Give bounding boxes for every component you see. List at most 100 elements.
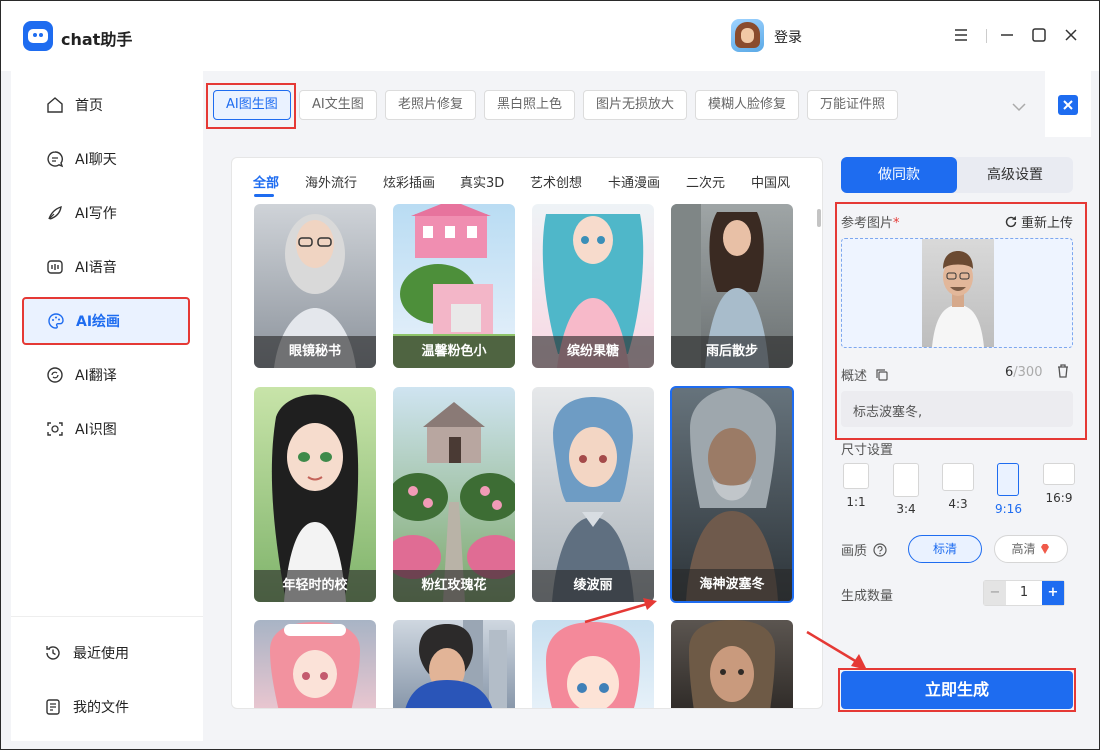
minimize-icon[interactable] <box>997 25 1017 45</box>
scan-icon <box>45 419 65 439</box>
quality-label: 画质 <box>841 540 887 559</box>
sidebar-item-label: AI聊天 <box>75 152 117 168</box>
tab-face-restore[interactable]: 模糊人脸修复 <box>695 90 800 120</box>
size-option-9-16[interactable]: 9:16 <box>995 463 1022 516</box>
ref-image-dropzone[interactable] <box>841 238 1073 348</box>
sidebar-item-ai-chat[interactable]: AI聊天 <box>23 136 189 182</box>
template-card[interactable]: 缤纷果糖 <box>532 204 654 368</box>
sidebar-item-ai-recognize[interactable]: AI识图 <box>23 406 189 452</box>
sidebar-item-ai-painting[interactable]: AI绘画 <box>22 297 190 345</box>
sidebar: 首页 AI聊天 AI写作 AI语音 AI绘画 AI翻译 AI识图 最近使用 我的… <box>11 71 203 741</box>
count-stepper: − 1 + <box>983 580 1065 606</box>
category-tab-all[interactable]: 全部 <box>253 172 279 191</box>
tab-lossless-upscale[interactable]: 图片无损放大 <box>583 90 688 120</box>
panel-close-area <box>1045 71 1091 137</box>
category-tab-3d[interactable]: 真实3D <box>460 172 504 191</box>
tab-ai-img2img[interactable]: AI图生图 <box>213 90 291 120</box>
template-card[interactable] <box>532 620 654 708</box>
home-icon <box>45 95 65 115</box>
count-plus-button[interactable]: + <box>1042 581 1064 605</box>
size-option-1-1[interactable]: 1:1 <box>843 463 869 509</box>
quality-hd-button[interactable]: 高清 <box>994 535 1068 563</box>
ref-image-label: 参考图片* <box>841 216 900 231</box>
translate-icon <box>45 365 65 385</box>
ref-image-thumbnail <box>922 239 994 347</box>
robot-logo-icon <box>23 21 53 51</box>
close-panel-icon[interactable] <box>1058 95 1078 115</box>
file-icon <box>43 697 63 717</box>
category-tab-overseas[interactable]: 海外流行 <box>305 172 357 191</box>
refresh-icon <box>1005 215 1017 227</box>
chat-icon <box>45 149 65 169</box>
sidebar-item-ai-voice[interactable]: AI语音 <box>23 244 189 290</box>
category-tab-chinese[interactable]: 中国风 <box>751 172 790 191</box>
generate-button[interactable]: 立即生成 <box>841 671 1073 709</box>
category-tab-illustration[interactable]: 炫彩插画 <box>383 172 435 191</box>
template-card[interactable]: 绫波丽 <box>532 387 654 602</box>
tab-bw-colorize[interactable]: 黑白照上色 <box>484 90 576 120</box>
card-caption: 雨后散步 <box>671 336 793 368</box>
sidebar-item-ai-translate[interactable]: AI翻译 <box>23 352 189 398</box>
mode-segment: 做同款 高级设置 <box>841 157 1073 193</box>
maximize-icon[interactable] <box>1029 25 1049 45</box>
category-tab-anime[interactable]: 二次元 <box>686 172 725 191</box>
template-card[interactable]: 粉红玫瑰花 <box>393 387 515 602</box>
card-caption: 眼镜秘书 <box>254 336 376 368</box>
reupload-button[interactable]: 重新上传 <box>1004 212 1073 231</box>
template-card[interactable]: 年轻时的校 <box>254 387 376 602</box>
sidebar-item-ai-writing[interactable]: AI写作 <box>23 190 189 236</box>
title-bar: chat助手 登录 <box>1 1 1099 71</box>
card-caption: 温馨粉色小 <box>393 336 515 368</box>
template-gallery: 全部 海外流行 炫彩插画 真实3D 艺术创想 卡通漫画 二次元 中国风 眼镜秘书… <box>231 157 823 709</box>
quality-standard-button[interactable]: 标清 <box>908 535 982 563</box>
sidebar-item-label: 最近使用 <box>73 646 129 662</box>
count-label: 生成数量 <box>841 589 894 604</box>
chevron-down-icon[interactable] <box>1009 97 1029 117</box>
description-input[interactable]: 标志波塞冬, <box>841 391 1073 427</box>
size-label: 尺寸设置 <box>841 443 894 458</box>
tab-ai-text2img[interactable]: AI文生图 <box>299 90 377 120</box>
size-option-4-3[interactable]: 4:3 <box>942 463 974 511</box>
sidebar-item-home[interactable]: 首页 <box>23 82 189 128</box>
login-link[interactable]: 登录 <box>774 27 802 47</box>
template-card[interactable]: 温馨粉色小 <box>393 204 515 368</box>
count-value[interactable]: 1 <box>1006 581 1042 605</box>
template-card[interactable] <box>393 620 515 708</box>
app-title: chat助手 <box>61 30 133 49</box>
gallery-scrollbar[interactable] <box>817 209 821 227</box>
trash-icon[interactable] <box>1055 363 1071 379</box>
annotation-arrow-icon <box>584 598 657 624</box>
template-card[interactable]: 眼镜秘书 <box>254 204 376 368</box>
tab-old-photo-repair[interactable]: 老照片修复 <box>385 90 477 120</box>
description-label: 概述 <box>841 365 889 384</box>
close-icon[interactable] <box>1061 25 1081 45</box>
seg-advanced-button[interactable]: 高级设置 <box>957 157 1073 193</box>
menu-icon[interactable] <box>951 25 971 45</box>
sidebar-item-recent[interactable]: 最近使用 <box>23 630 189 676</box>
sidebar-item-label: AI识图 <box>75 422 117 438</box>
sidebar-divider <box>11 616 203 617</box>
description-counter: 6/300 <box>1005 365 1043 380</box>
sidebar-item-my-files[interactable]: 我的文件 <box>23 684 189 730</box>
template-card[interactable]: 雨后散步 <box>671 204 793 368</box>
user-avatar[interactable] <box>731 19 764 52</box>
sidebar-item-label: AI语音 <box>75 260 117 276</box>
sidebar-item-label: AI写作 <box>75 206 117 222</box>
seg-same-style-button[interactable]: 做同款 <box>841 157 957 193</box>
sidebar-item-label: AI绘画 <box>76 314 121 330</box>
template-card-selected[interactable]: 海神波塞冬 <box>670 386 794 603</box>
app-window: chat助手 登录 首页 AI聊天 AI写作 AI语音 AI绘画 AI翻译 AI… <box>0 0 1100 750</box>
category-tab-art[interactable]: 艺术创想 <box>530 172 582 191</box>
template-card[interactable] <box>671 620 793 708</box>
category-tab-cartoon[interactable]: 卡通漫画 <box>608 172 660 191</box>
annotation-arrow-icon <box>806 630 867 670</box>
sidebar-item-label: 我的文件 <box>73 700 129 716</box>
count-minus-button[interactable]: − <box>984 581 1006 605</box>
size-option-16-9[interactable]: 16:9 <box>1043 463 1075 505</box>
template-card[interactable] <box>254 620 376 708</box>
size-option-3-4[interactable]: 3:4 <box>893 463 919 516</box>
sidebar-item-label: AI翻译 <box>75 368 117 384</box>
pen-icon <box>45 203 65 223</box>
tab-id-photo[interactable]: 万能证件照 <box>807 90 899 120</box>
palette-icon <box>46 311 66 331</box>
